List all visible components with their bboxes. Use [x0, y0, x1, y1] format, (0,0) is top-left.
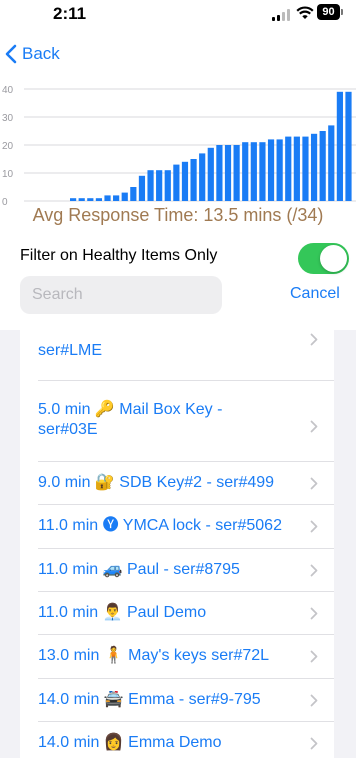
chart-bar: [199, 153, 206, 201]
list-item[interactable]: 14.0 min 🚔 Emma - ser#9-795: [20, 690, 334, 710]
chart-bar: [302, 136, 309, 201]
avg-response-time: Avg Response Time: 13.5 mins (/34): [32, 205, 324, 225]
chart-bar: [190, 159, 197, 201]
chart-bar: [310, 133, 318, 201]
chart-bar: [233, 145, 240, 201]
chevron-left-icon: [5, 44, 17, 64]
chart-bar: [242, 142, 249, 201]
wifi-icon: [296, 6, 314, 19]
chart-bar: [121, 192, 128, 201]
filter-row: Filter on Healthy Items Only: [20, 243, 350, 274]
filter-label: Filter on Healthy Items Only: [20, 247, 218, 264]
chart-bar: [95, 198, 103, 201]
chart-bar: [285, 136, 292, 201]
chart-bar: [259, 142, 266, 201]
chevron-right-icon: [310, 564, 318, 577]
list-item-label: 14.0 min 👩 Emma Demo: [38, 734, 222, 751]
chart-bar: [181, 161, 189, 201]
y-tick-label: 10: [2, 169, 14, 180]
cellular-signal-icon: [272, 9, 290, 21]
chart-bar: [78, 198, 85, 201]
chart-bar: [147, 170, 154, 201]
chart-bar: [70, 198, 77, 201]
chart-bar: [293, 136, 300, 201]
back-button[interactable]: Back: [4, 42, 60, 66]
healthy-items-toggle[interactable]: [298, 243, 349, 274]
chart-bar: [216, 145, 223, 201]
chevron-right-icon: [310, 607, 318, 620]
chart-bar: [104, 195, 111, 201]
list-item[interactable]: 5.0 min 🔑 Mail Box Key - ser#03E: [20, 400, 334, 440]
chart-bar: [328, 125, 335, 201]
chevron-right-icon: [310, 520, 318, 533]
y-tick-label: 40: [2, 85, 14, 96]
chevron-right-icon: [310, 420, 318, 433]
toggle-knob: [320, 245, 347, 272]
back-label: Back: [22, 44, 60, 63]
chevron-right-icon: [310, 737, 318, 750]
chevron-right-icon: [310, 333, 318, 346]
chart-bar: [207, 147, 214, 201]
cancel-button[interactable]: Cancel: [290, 285, 340, 303]
chevron-right-icon: [310, 477, 318, 490]
chart-bar: [130, 187, 137, 201]
status-bar: 2:11 90: [0, 0, 356, 30]
chart-bar: [276, 139, 283, 201]
list-item-label: 13.0 min 🧍 May's keys ser#72L: [38, 647, 270, 664]
chevron-right-icon: [310, 650, 318, 663]
list-item[interactable]: 11.0 min 👨‍💼 Paul Demo: [20, 603, 334, 623]
chart-bar: [173, 164, 180, 201]
list-item-label: 9.0 min 🔐 SDB Key#2 - ser#499: [38, 474, 275, 491]
row-separator: [38, 721, 334, 722]
list-item-label: 14.0 min 🚔 Emma - ser#9-795: [38, 691, 261, 708]
list-item[interactable]: 11.0 min 🚙 Paul - ser#8795: [20, 560, 334, 580]
response-time-bar-chart: 010203040: [2, 85, 356, 208]
chart-bar: [138, 175, 146, 201]
chart-bar: [164, 170, 171, 201]
row-separator: [38, 548, 334, 549]
row-separator: [38, 461, 334, 462]
y-tick-label: 20: [2, 141, 14, 152]
item-list-area: ser#LME 5.0 min 🔑 Mail Box Key - ser#03E…: [0, 330, 356, 758]
chevron-right-icon: [310, 694, 318, 707]
row-separator: [38, 504, 334, 505]
list-item-label: 5.0 min 🔑 Mail Box Key -: [38, 401, 223, 418]
list-item-label: 11.0 min 🅨 YMCA lock - ser#5062: [38, 517, 282, 534]
battery-indicator: 90: [317, 4, 340, 20]
chart-bar: [156, 170, 163, 201]
item-list: ser#LME 5.0 min 🔑 Mail Box Key - ser#03E…: [20, 330, 334, 758]
list-item[interactable]: 9.0 min 🔐 SDB Key#2 - ser#499: [20, 473, 334, 493]
list-item[interactable]: 14.0 min 👩 Emma Demo: [20, 733, 334, 753]
search-input[interactable]: [20, 276, 222, 314]
list-item[interactable]: 13.0 min 🧍 May's keys ser#72L: [20, 646, 334, 666]
row-separator: [38, 380, 334, 381]
row-separator: [38, 678, 334, 679]
status-time: 2:11: [53, 4, 87, 23]
chart-bar: [224, 145, 232, 201]
chart-bar: [267, 139, 275, 201]
chart-bar: [87, 198, 94, 201]
list-item-label-line2: ser#03E: [38, 421, 98, 438]
list-item-label: 11.0 min 🚙 Paul - ser#8795: [38, 561, 240, 578]
battery-tip: [341, 9, 343, 15]
chart-bar: [250, 142, 257, 201]
chart-bar: [113, 195, 120, 201]
list-item-label: ser#LME: [38, 342, 103, 359]
row-separator: [38, 591, 334, 592]
y-tick-label: 30: [2, 113, 14, 124]
list-item[interactable]: ser#LME: [20, 333, 334, 361]
chart-bar: [345, 91, 352, 201]
chart-bar: [319, 131, 326, 201]
list-item-label: 11.0 min 👨‍💼 Paul Demo: [38, 604, 207, 621]
chart-bar: [336, 91, 343, 201]
list-item[interactable]: 11.0 min 🅨 YMCA lock - ser#5062: [20, 516, 334, 536]
row-separator: [38, 634, 334, 635]
